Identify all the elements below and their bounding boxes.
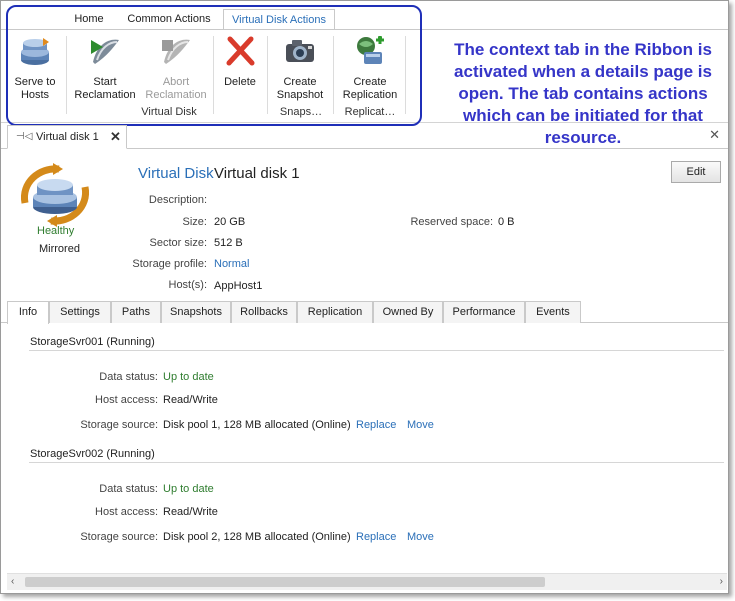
data-status-label: Data status: (99, 483, 158, 495)
application-window: Home Common Actions Virtual Disk Actions… (0, 0, 729, 594)
storage-source-label: Storage source: (80, 419, 158, 431)
resource-type-title: Virtual Disk (138, 165, 214, 182)
host-access-value: Read/Write (163, 394, 218, 406)
tab-rollbacks[interactable]: Rollbacks (231, 301, 297, 323)
details-header: Healthy Mirrored Virtual Disk Virtual di… (1, 149, 728, 299)
replace-link[interactable]: Replace (356, 531, 396, 543)
info-panel: StorageSvr001 (Running) Data status: Up … (1, 324, 728, 574)
pin-icon[interactable]: ⊣◁ (16, 126, 32, 148)
host-access-label: Host access: (95, 506, 158, 518)
detail-tab-strip: Info Settings Paths Snapshots Rollbacks … (1, 301, 728, 324)
tab-owned-by[interactable]: Owned By (373, 301, 443, 323)
horizontal-scrollbar[interactable]: ‹ › (7, 573, 727, 590)
size-label: Size: (182, 216, 207, 228)
edit-button[interactable]: Edit (671, 161, 721, 183)
virtual-disk-icon (20, 163, 90, 227)
server-header: StorageSvr002 (Running) (30, 448, 155, 460)
tab-performance[interactable]: Performance (443, 301, 525, 323)
tab-events[interactable]: Events (525, 301, 581, 323)
storage-profile-label: Storage profile: (132, 258, 207, 270)
reserved-space-value: 0 B (498, 216, 515, 228)
host-access-label: Host access: (95, 394, 158, 406)
data-status-value: Up to date (163, 483, 214, 495)
scroll-left-icon[interactable]: ‹ (11, 576, 14, 587)
annotation-highlight (6, 5, 422, 126)
tab-settings[interactable]: Settings (49, 301, 111, 323)
document-tab-virtual-disk[interactable]: ⊣◁ Virtual disk 1 ✕ (7, 125, 127, 149)
scroll-thumb[interactable] (25, 577, 545, 587)
hosts-label: Host(s): (168, 279, 208, 291)
storage-source-value: Disk pool 1, 128 MB allocated (Online) (163, 419, 351, 431)
hosts-value: AppHost1 (214, 280, 263, 292)
tab-snapshots[interactable]: Snapshots (161, 301, 231, 323)
document-tab-bar: ⊣◁ Virtual disk 1 ✕ (1, 125, 728, 149)
data-status-label: Data status: (99, 371, 158, 383)
replace-link[interactable]: Replace (356, 419, 396, 431)
move-link[interactable]: Move (407, 419, 434, 431)
section-divider (29, 350, 724, 351)
tab-paths[interactable]: Paths (111, 301, 161, 323)
storage-profile-link[interactable]: Normal (214, 258, 249, 270)
section-divider (29, 462, 724, 463)
reserved-space-label: Reserved space: (410, 216, 493, 228)
description-label: Description: (148, 194, 207, 206)
storage-source-label: Storage source: (80, 531, 158, 543)
resource-name-title: Virtual disk 1 (214, 165, 300, 182)
data-status-value: Up to date (163, 371, 214, 383)
host-access-value: Read/Write (163, 506, 218, 518)
scroll-right-icon[interactable]: › (720, 576, 723, 587)
move-link[interactable]: Move (407, 531, 434, 543)
mirror-status: Mirrored (39, 243, 80, 255)
tab-replication[interactable]: Replication (297, 301, 373, 323)
sector-size-label: Sector size: (149, 237, 207, 249)
server-header: StorageSvr001 (Running) (30, 336, 155, 348)
tab-info[interactable]: Info (7, 301, 49, 324)
storage-source-value: Disk pool 2, 128 MB allocated (Online) (163, 531, 351, 543)
size-value: 20 GB (214, 216, 246, 228)
document-tab-label: Virtual disk 1 (36, 131, 99, 143)
close-icon[interactable]: ✕ (110, 126, 121, 148)
sector-size-value: 512 B (214, 237, 243, 249)
health-status: Healthy (37, 225, 75, 237)
close-pane-icon[interactable]: ✕ (709, 127, 720, 143)
